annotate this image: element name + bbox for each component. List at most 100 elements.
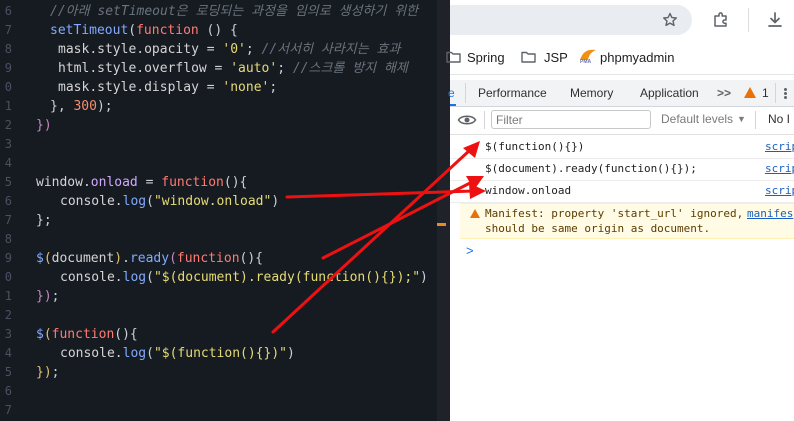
code-token: document — [51, 251, 115, 266]
warning-source-link[interactable]: manifes — [747, 207, 793, 220]
code-token: 300 — [73, 99, 97, 114]
eye-icon[interactable] — [457, 113, 477, 127]
tab-application[interactable]: Application — [640, 85, 699, 101]
toolbar-divider — [748, 8, 749, 32]
extensions-puzzle-icon[interactable] — [712, 11, 730, 29]
code-token: overflow — [144, 61, 207, 76]
log-source-link[interactable]: scrip — [765, 162, 794, 175]
console-log-row: $(function(){}) scrip — [450, 136, 794, 159]
code-line-html-overflow: html.style.overflow = 'auto'; //스크롤 방지 해… — [58, 61, 408, 76]
code-token: window — [36, 175, 83, 190]
line-number: 0 — [4, 270, 12, 284]
warning-icon — [470, 209, 480, 218]
tab-memory[interactable]: Memory — [570, 85, 613, 101]
tab-divider — [775, 83, 776, 103]
download-icon[interactable] — [766, 11, 784, 29]
code-token: html — [58, 61, 90, 76]
pma-logo-text: PMA — [580, 59, 592, 65]
editor-scroll-edge — [437, 0, 450, 421]
code-line-close-onload: }; — [36, 213, 52, 228]
phpmyadmin-logo-icon: PMA — [578, 48, 598, 68]
tab-console[interactable]: e — [448, 85, 455, 101]
code-token: style — [97, 61, 137, 76]
console-filter-input[interactable]: Filter — [491, 110, 651, 129]
code-comment: //서서히 사라지는 효과 — [261, 42, 401, 57]
code-token: log — [122, 194, 147, 209]
log-levels-dropdown[interactable]: Default levels — [661, 112, 733, 126]
star-icon[interactable] — [662, 12, 678, 28]
console-prompt[interactable]: > — [466, 243, 474, 258]
line-number: 6 — [4, 194, 12, 208]
code-token: style — [97, 80, 137, 95]
code-line-mask-display: mask.style.display = 'none'; — [58, 80, 278, 95]
tab-performance[interactable]: Performance — [478, 85, 547, 101]
code-token: ready — [129, 251, 170, 266]
code-token: log — [122, 346, 147, 361]
more-tabs-button[interactable]: >> — [717, 85, 731, 101]
line-number: 2 — [4, 308, 12, 322]
code-line-comment: //아래 setTimeout은 로딩되는 과정을 임의로 생성하기 위한 — [50, 2, 418, 21]
code-line-log-document-ready: console.log("$(document).ready(function(… — [60, 270, 428, 285]
code-line-close-dollar: }); — [36, 365, 60, 380]
code-token: setTimeout — [50, 23, 129, 38]
bookmarks-bar: Spring JSP PMA phpmyadmin — [446, 40, 794, 75]
line-number: 2 — [4, 118, 12, 132]
line-number: 6 — [4, 384, 12, 398]
code-token: mask — [58, 42, 90, 57]
log-message: window.onload — [485, 184, 572, 197]
issues-counter[interactable]: No I — [768, 112, 790, 126]
code-comment: //아래 setTimeout은 로딩되는 과정을 임의로 생성하기 위한 — [50, 4, 419, 19]
line-number: 4 — [4, 346, 12, 360]
code-token: 'none' — [222, 80, 270, 95]
code-string: "$(function(){})" — [153, 346, 287, 361]
line-number: 4 — [4, 156, 12, 170]
log-source-link[interactable]: scrip — [765, 140, 794, 153]
warning-count-icon[interactable] — [744, 87, 756, 98]
tab-divider — [465, 83, 466, 103]
line-number: 8 — [4, 42, 12, 56]
code-comment: //스크롤 방지 해제 — [292, 61, 408, 76]
console-toolbar: Filter Default levels ▼ No I — [450, 107, 794, 135]
line-number: 9 — [4, 61, 12, 75]
code-token: style — [97, 42, 137, 57]
devtools-menu-icon[interactable] — [784, 88, 787, 91]
line-number: 3 — [4, 327, 12, 341]
folder-icon — [521, 51, 536, 63]
address-bar[interactable] — [450, 5, 692, 35]
log-message: $(function(){}) — [485, 140, 585, 153]
active-tab-indicator — [450, 104, 456, 106]
bookmark-jsp[interactable]: JSP — [544, 50, 568, 66]
code-editor[interactable]: 6 7 8 9 0 1 2 3 4 5 6 7 8 9 0 1 2 3 4 5 6 7 //아래 setTimeout은 … — [0, 0, 437, 421]
code-token: display — [144, 80, 199, 95]
code-line-close-timeout: }, 300); — [50, 99, 113, 114]
bookmark-spring[interactable]: Spring — [467, 50, 505, 66]
toolbar-divider — [484, 111, 485, 129]
toolbar-divider — [755, 111, 756, 129]
console-log-row: window.onload scrip — [450, 180, 794, 203]
browser-toolbar — [450, 0, 794, 40]
chevron-down-icon[interactable]: ▼ — [737, 114, 746, 124]
console-warning-row: Manifest: property 'start_url' ignored, … — [460, 203, 794, 239]
code-token: $ — [36, 251, 44, 266]
code-token: log — [122, 270, 147, 285]
line-number: 5 — [4, 365, 12, 379]
code-token: function — [51, 327, 115, 342]
code-token: $ — [36, 327, 44, 342]
warning-message-line1: Manifest: property 'start_url' ignored, — [485, 207, 744, 220]
bookmark-phpmyadmin[interactable]: phpmyadmin — [600, 50, 674, 66]
code-token: function — [136, 23, 199, 38]
warning-count[interactable]: 1 — [762, 85, 769, 101]
editor-scroll-marker — [437, 223, 446, 226]
code-string: "$(document).ready(function(){});" — [153, 270, 421, 285]
code-line-window-onload: window.onload = function(){ — [36, 175, 248, 190]
code-line-dollar-function: $(function(){ — [36, 327, 138, 342]
code-token: 'auto' — [230, 61, 278, 76]
code-token: console — [60, 270, 115, 285]
code-string: "window.onload" — [153, 194, 272, 209]
line-number: 7 — [4, 403, 12, 417]
code-token: opacity — [144, 42, 199, 57]
line-number: 9 — [4, 251, 12, 265]
line-number: 8 — [4, 232, 12, 246]
console-log-row: $(document).ready(function(){}); scrip — [450, 158, 794, 181]
log-source-link[interactable]: scrip — [765, 184, 794, 197]
